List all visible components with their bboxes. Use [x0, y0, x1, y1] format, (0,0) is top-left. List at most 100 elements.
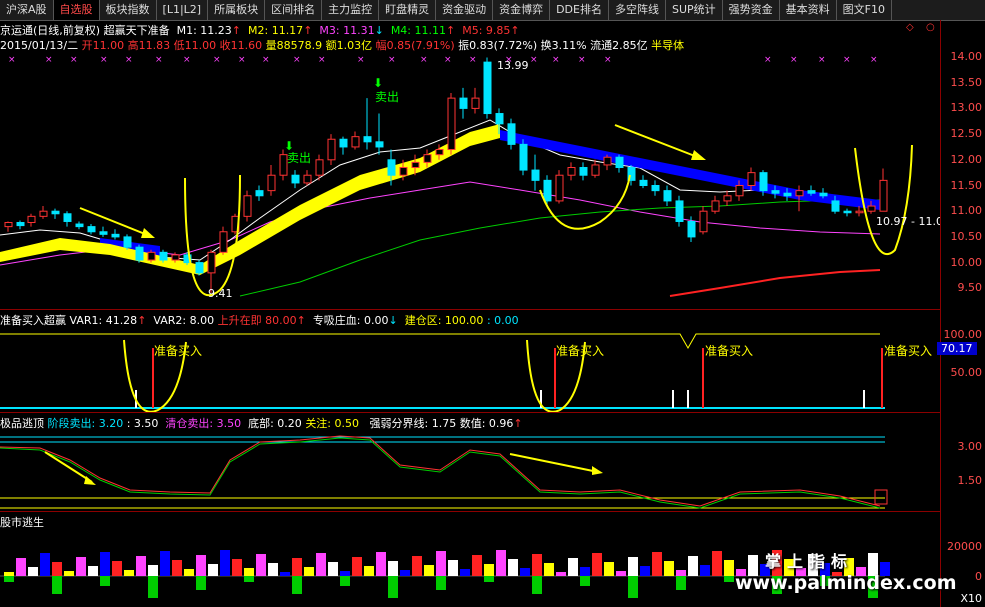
- main-y-axis: 14.00 13.50 13.00 12.50 12.00 11.50 11.00 10.50…: [940, 50, 985, 308]
- sell-label-2: 卖出: [287, 151, 311, 165]
- price-tick-8: 10.00: [950, 255, 983, 269]
- ma-red-line: [669, 269, 881, 297]
- event-marker: ×: [238, 55, 246, 65]
- ma-green-line: [239, 199, 880, 297]
- volume-bar: [448, 560, 458, 576]
- candle-body: [531, 169, 540, 181]
- ma-white-line: [0, 119, 881, 261]
- volume-bar: [712, 551, 722, 576]
- volume-bar: [532, 554, 542, 576]
- watermark-cn: 掌上指标: [765, 552, 854, 571]
- candle-body: [843, 210, 852, 214]
- indicator-title-line: 京运通(日线,前复权) 超赢天下准备 M1: 11.23↑ M2: 11.17↑…: [0, 24, 520, 37]
- tab-7[interactable]: 盯盘精灵: [379, 0, 437, 20]
- volume-bar-negative: [580, 576, 590, 586]
- candle-body: [867, 205, 876, 212]
- tab-3[interactable]: [L1|L2]: [157, 0, 209, 20]
- volume-bar: [640, 566, 650, 576]
- candle-body: [315, 159, 324, 176]
- tab-14[interactable]: 基本资料: [780, 0, 837, 20]
- zxzx-value: 专吸庄血: 0.00: [312, 314, 389, 327]
- candle-body: [459, 97, 468, 109]
- event-marker: ×: [125, 55, 133, 65]
- stage-sell: 阶段卖出: 3.20: [47, 417, 124, 430]
- price-tick-7: 10.50: [950, 229, 983, 243]
- candle-body: [543, 179, 552, 202]
- volume-bar: [688, 556, 698, 576]
- panel3-header: 极品逃顶 阶段卖出: 3.20 : 3.50 清仓卖出: 3.50 底部: 0.…: [0, 417, 523, 430]
- candle-body: [411, 161, 420, 169]
- candle-body: [519, 143, 528, 171]
- volume-bar-negative: [724, 576, 734, 582]
- volume-bar: [124, 570, 134, 576]
- candle-body: [591, 164, 600, 176]
- candle-body: [171, 254, 180, 261]
- volume-bar: [604, 562, 614, 576]
- volume-bar: [40, 553, 50, 576]
- candle-body: [339, 138, 348, 148]
- volume-bar: [556, 572, 566, 576]
- tab-0[interactable]: 沪深A股: [0, 0, 54, 20]
- volume-bar: [76, 557, 86, 576]
- volume-bar: [112, 561, 122, 576]
- event-marker: ×: [578, 55, 586, 65]
- tab-12[interactable]: SUP统计: [666, 0, 723, 20]
- volume-bar: [256, 554, 266, 576]
- candle-body: [723, 195, 732, 202]
- candle-body: [39, 210, 48, 217]
- tab-4[interactable]: 所属板块: [208, 0, 266, 20]
- panel2-tick-50: 50.00: [950, 366, 983, 379]
- tab-9[interactable]: 资金博弈: [493, 0, 551, 20]
- volume-bar: [352, 557, 362, 576]
- candle-body: [159, 251, 168, 261]
- candle-body: [99, 231, 108, 235]
- panel2-chart[interactable]: 准备买入 准备买入 准备买入 准备买入: [0, 328, 940, 412]
- tab-11[interactable]: 多空阵线: [609, 0, 666, 20]
- focus-value: 关注: 0.50: [305, 417, 360, 430]
- tab-10[interactable]: DDE排名: [550, 0, 609, 20]
- settings-diamond-icon[interactable]: ◇: [906, 22, 914, 33]
- tab-2[interactable]: 板块指数: [100, 0, 157, 20]
- tab-6[interactable]: 主力监控: [322, 0, 380, 20]
- volume-bar: [136, 556, 146, 576]
- event-marker: ×: [420, 55, 428, 65]
- volume-bar: [232, 559, 242, 576]
- candle-body: [399, 167, 408, 176]
- volume-bar: [664, 561, 674, 576]
- volume-bar: [364, 566, 374, 576]
- tab-5[interactable]: 区间排名: [265, 0, 323, 20]
- candle-body: [471, 97, 480, 109]
- candle-body: [615, 156, 624, 169]
- volume-bar-negative: [52, 576, 62, 594]
- main-candlestick-chart[interactable]: 13.99 9.41 10.97 - 11.0 卖出 卖出 ⬇ ⬇ × × × × × ×…: [0, 50, 940, 308]
- candle-body: [363, 136, 372, 143]
- candle-body: [663, 190, 672, 202]
- panel3-line: [0, 435, 881, 507]
- candle-body: [279, 154, 288, 176]
- panel2-title: 准备买入超赢: [0, 314, 66, 327]
- candle-body: [243, 195, 252, 217]
- volume-bar: [208, 564, 218, 576]
- m1-value: M1: 11.23: [176, 24, 232, 37]
- candle-body: [51, 210, 60, 215]
- candle-body: [219, 231, 228, 253]
- panel3-chart[interactable]: [0, 430, 940, 512]
- candle-body: [807, 190, 816, 194]
- event-marker: ×: [469, 55, 477, 65]
- volume-bar: [616, 571, 626, 576]
- volume-bar: [4, 572, 14, 576]
- tab-13[interactable]: 强势资金: [723, 0, 780, 20]
- tab-1[interactable]: 自选股: [53, 0, 100, 20]
- volume-bar: [16, 558, 26, 576]
- event-markers: × × × × × × × × × × × × × × × × × × × × × × × × × × ×: [8, 55, 878, 65]
- event-marker: ×: [8, 55, 16, 65]
- volume-bar: [160, 551, 170, 576]
- volume-bar: [316, 553, 326, 576]
- watermark: 掌上指标 www.palmindex.com: [735, 548, 957, 594]
- event-marker: ×: [70, 55, 78, 65]
- tab-8[interactable]: 资金驱动: [436, 0, 494, 20]
- volume-bar: [280, 572, 290, 576]
- panel3-tick-3: 3.00: [957, 440, 983, 453]
- close-icon[interactable]: ○: [926, 22, 935, 33]
- tab-15[interactable]: 图文F10: [837, 0, 892, 20]
